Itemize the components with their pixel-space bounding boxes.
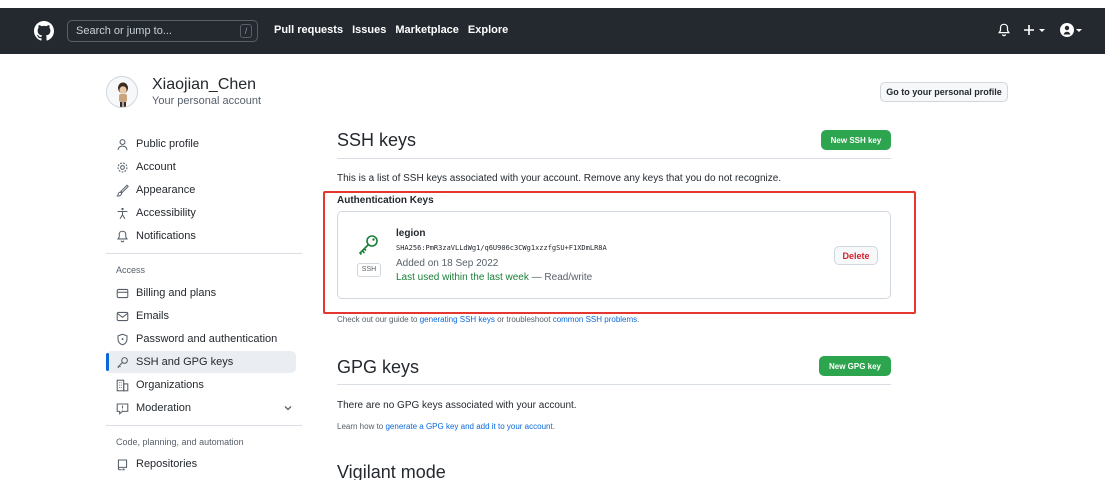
global-nav: Pull requests Issues Marketplace Explore xyxy=(274,24,508,36)
sidebar-item-public-profile[interactable]: Public profile xyxy=(116,134,199,154)
search-input[interactable]: Search or jump to... / xyxy=(67,20,258,42)
sidebar-item-label: Account xyxy=(136,161,176,173)
sidebar-item-accessibility[interactable]: Accessibility xyxy=(116,203,196,223)
account-subtitle: Your personal account xyxy=(152,95,262,107)
mail-icon xyxy=(116,311,129,321)
avatar-figure-icon xyxy=(118,82,128,107)
nav-marketplace[interactable]: Marketplace xyxy=(395,24,459,36)
avatar[interactable] xyxy=(106,76,138,108)
sidebar-item-password-auth[interactable]: Password and authentication xyxy=(116,329,277,349)
go-to-profile-button[interactable]: Go to your personal profile xyxy=(880,82,1008,102)
sidebar-item-label: Emails xyxy=(136,310,170,322)
sidebar-item-organizations[interactable]: Organizations xyxy=(116,375,204,395)
key-icon xyxy=(117,356,128,368)
sidebar-divider xyxy=(106,253,302,254)
sidebar-item-repositories[interactable]: Repositories xyxy=(116,454,197,474)
paintbrush-icon xyxy=(116,184,129,197)
sidebar-item-moderation[interactable]: Moderation xyxy=(116,398,191,418)
nav-explore[interactable]: Explore xyxy=(468,24,508,36)
sidebar-heading-code: Code, planning, and automation xyxy=(116,437,244,447)
gpg-description: There are no GPG keys associated with yo… xyxy=(337,400,577,411)
ssh-keys-title: SSH keys xyxy=(337,130,417,150)
person-icon xyxy=(117,138,128,150)
generating-ssh-keys-link[interactable]: generating SSH keys xyxy=(420,315,495,324)
plus-dropdown-icon[interactable] xyxy=(1023,23,1047,37)
sidebar-item-notifications[interactable]: Notifications xyxy=(116,226,196,246)
sidebar-item-label: SSH and GPG keys xyxy=(136,356,234,368)
new-gpg-key-button[interactable]: New GPG key xyxy=(819,356,891,376)
sidebar-item-ssh-gpg-keys[interactable]: SSH and GPG keys xyxy=(116,352,233,372)
sidebar-item-label: Notifications xyxy=(136,230,196,242)
section-divider xyxy=(337,384,891,385)
help-middle: or troubleshoot xyxy=(494,315,553,324)
search-placeholder: Search or jump to... xyxy=(76,25,172,37)
accessibility-icon xyxy=(117,207,128,219)
credit-card-icon xyxy=(116,288,129,298)
ssh-help-text: Check out our guide to generating SSH ke… xyxy=(337,315,639,324)
nav-pull-requests[interactable]: Pull requests xyxy=(274,24,343,36)
sidebar-divider xyxy=(106,425,302,426)
sidebar-item-label: Accessibility xyxy=(136,207,196,219)
header-actions xyxy=(997,22,1083,38)
search-shortcut-key: / xyxy=(240,24,252,38)
sidebar-item-label: Password and authentication xyxy=(136,333,278,345)
sidebar-item-label: Repositories xyxy=(136,458,198,470)
ssh-description: This is a list of SSH keys associated wi… xyxy=(337,173,782,184)
nav-issues[interactable]: Issues xyxy=(352,24,386,36)
repo-icon xyxy=(117,459,128,471)
chevron-down-icon[interactable] xyxy=(283,403,293,413)
vigilant-mode-title: Vigilant mode xyxy=(337,462,446,480)
sidebar-item-label: Moderation xyxy=(136,402,192,414)
sidebar-item-emails[interactable]: Emails xyxy=(116,306,169,326)
gear-icon xyxy=(117,162,128,172)
sidebar-heading-access: Access xyxy=(116,265,146,275)
help-prefix: Learn how to xyxy=(337,422,386,431)
help-prefix: Check out our guide to xyxy=(337,315,420,324)
common-ssh-problems-link[interactable]: common SSH problems xyxy=(553,315,637,324)
sidebar-item-appearance[interactable]: Appearance xyxy=(116,180,195,200)
sidebar-active-indicator xyxy=(106,353,109,371)
gpg-keys-title: GPG keys xyxy=(337,357,420,377)
sidebar-item-label: Billing and plans xyxy=(136,287,217,299)
help-suffix: . xyxy=(637,315,640,324)
user-avatar-dropdown-icon[interactable] xyxy=(1059,22,1083,38)
generate-gpg-key-link[interactable]: generate a GPG key and add it to your ac… xyxy=(385,422,552,431)
organization-icon xyxy=(116,379,129,391)
highlight-annotation-box xyxy=(323,191,916,314)
bell-icon[interactable] xyxy=(997,23,1011,37)
section-divider xyxy=(337,158,891,159)
sidebar-item-label: Public profile xyxy=(136,138,199,150)
account-name[interactable]: Xiaojian_Chen xyxy=(152,76,256,94)
new-ssh-key-button[interactable]: New SSH key xyxy=(821,130,891,150)
global-header: Search or jump to... / Pull requests Iss… xyxy=(0,8,1105,54)
report-icon xyxy=(116,403,129,415)
gpg-help-text: Learn how to generate a GPG key and add … xyxy=(337,422,555,431)
shield-lock-icon xyxy=(117,333,128,345)
sidebar-item-label: Appearance xyxy=(136,184,196,196)
github-logo-icon[interactable] xyxy=(34,21,54,41)
help-suffix: . xyxy=(552,422,555,431)
sidebar-item-account[interactable]: Account xyxy=(116,157,176,177)
sidebar-item-label: Organizations xyxy=(136,379,204,391)
bell-icon xyxy=(117,230,128,242)
sidebar-item-billing[interactable]: Billing and plans xyxy=(116,283,216,303)
